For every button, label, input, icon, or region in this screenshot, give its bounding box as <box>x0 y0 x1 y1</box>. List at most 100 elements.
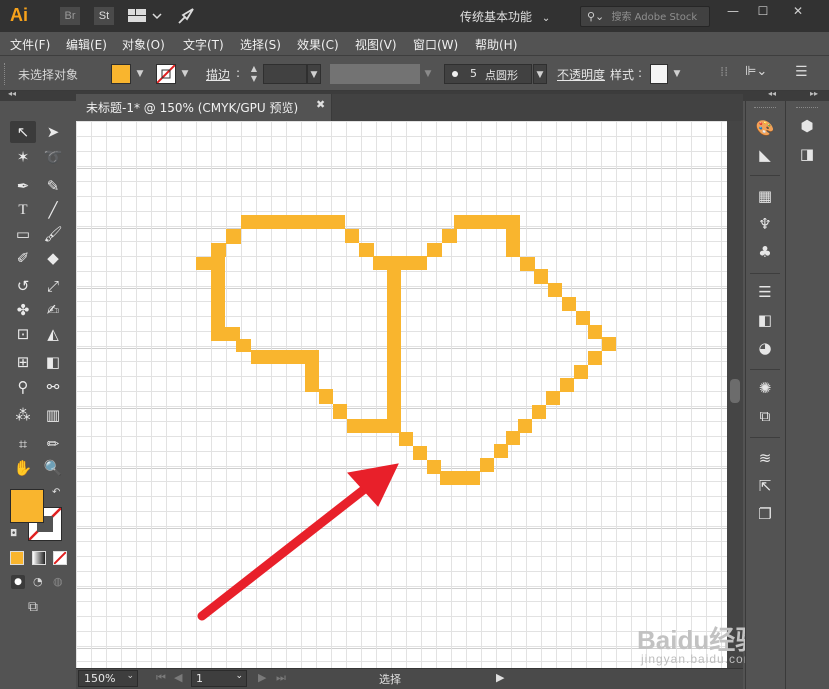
symbols-panel-icon[interactable]: ♣ <box>753 241 777 263</box>
style-swatch[interactable] <box>650 64 668 84</box>
bridge-button[interactable]: Br <box>60 7 80 25</box>
menu-window[interactable]: 窗口(W) <box>413 36 458 53</box>
next-artboard-icon[interactable]: ▶ <box>258 671 266 684</box>
symbol-sprayer-tool-icon[interactable]: ⁂ <box>10 404 36 426</box>
rectangle-tool-icon[interactable]: ▭ <box>10 223 36 245</box>
type-tool-icon[interactable]: T <box>10 199 36 221</box>
fill-color-box[interactable] <box>10 489 44 523</box>
vertical-scrollbar[interactable] <box>727 121 743 668</box>
prev-artboard-icon[interactable]: ◀ <box>174 671 182 684</box>
stroke-label[interactable]: 描边 <box>206 66 230 83</box>
stroke-weight-stepper[interactable]: ▲ ▼ <box>245 64 263 84</box>
line-segment-tool-icon[interactable]: ╱ <box>40 199 66 221</box>
slice-tool-icon[interactable]: ✏ <box>40 433 66 455</box>
appearance-panel-icon[interactable]: ✺ <box>753 377 777 399</box>
gradient-tool-icon[interactable]: ◧ <box>40 351 66 373</box>
document-tab[interactable]: 未标题-1* @ 150% (CMYK/GPU 预览) ✖ <box>76 94 332 121</box>
artboard-tool-icon[interactable]: ⌗ <box>10 433 36 455</box>
eraser-tool-icon[interactable]: ◆ <box>40 247 66 269</box>
color-mode-icon[interactable] <box>10 551 24 565</box>
perspective-grid-tool-icon[interactable]: ⊞ <box>10 351 36 373</box>
direct-selection-tool-icon[interactable]: ➤ <box>40 121 66 143</box>
stroke-weight-input[interactable] <box>263 64 307 84</box>
menu-effect[interactable]: 效果(C) <box>297 36 339 53</box>
brush-dropdown[interactable]: ▼ <box>533 64 547 84</box>
puppet-warp-tool-icon[interactable]: ✍ <box>40 299 66 321</box>
zoom-tool-icon[interactable]: 🔍 <box>40 457 66 479</box>
menu-file[interactable]: 文件(F) <box>10 36 50 53</box>
zoom-select[interactable]: 150% ⌄ <box>78 670 138 687</box>
column-graph-tool-icon[interactable]: ▥ <box>40 404 66 426</box>
screen-mode-icon[interactable]: ⧉ <box>28 599 38 615</box>
selection-tool-icon[interactable]: ↖ <box>10 121 36 143</box>
gradient-panel-icon[interactable]: ◧ <box>753 309 777 331</box>
width-tool-icon[interactable]: ✤ <box>10 299 36 321</box>
fill-dropdown-arrow[interactable]: ▼ <box>133 64 147 84</box>
shaper-tool-icon[interactable]: ✐ <box>10 247 36 269</box>
status-menu-arrow[interactable]: ▶ <box>496 671 504 684</box>
menu-select[interactable]: 选择(S) <box>240 36 281 53</box>
shape-builder-tool-icon[interactable]: ◭ <box>40 323 66 345</box>
close-button[interactable]: ✕ <box>785 2 811 20</box>
stroke-panel-icon[interactable]: ☰ <box>753 281 777 303</box>
blend-tool-icon[interactable]: ⚯ <box>40 376 66 398</box>
none-mode-icon[interactable] <box>53 551 67 565</box>
lasso-tool-icon[interactable]: ➰ <box>40 146 66 168</box>
style-dropdown-arrow[interactable]: ▼ <box>670 64 684 84</box>
export-icon[interactable]: ⇱ <box>753 475 777 497</box>
free-transform-tool-icon[interactable]: ⊡ <box>10 323 36 345</box>
menu-type[interactable]: 文字(T) <box>183 36 224 53</box>
swap-fill-stroke-icon[interactable]: ↶ <box>52 487 60 498</box>
layers-panel-icon[interactable]: ≋ <box>753 447 777 469</box>
libraries-panel-icon[interactable]: ⬢ <box>795 115 819 137</box>
fill-swatch[interactable] <box>111 64 131 84</box>
brush-definition[interactable]: 5 点圆形 <box>444 64 532 84</box>
artboard-canvas[interactable] <box>76 121 727 668</box>
menu-edit[interactable]: 编辑(E) <box>66 36 107 53</box>
collapse-tools-icon[interactable]: ◂◂ <box>8 89 16 98</box>
artboard-number-input[interactable]: 1 ⌄ <box>191 670 247 687</box>
menu-help[interactable]: 帮助(H) <box>475 36 517 53</box>
transform-icon[interactable]: ⊫⌄ <box>745 64 767 79</box>
color-panel-icon[interactable]: 🎨 <box>753 117 777 139</box>
pen-tool-icon[interactable]: ✒ <box>10 175 36 197</box>
scrollbar-thumb[interactable] <box>730 379 740 403</box>
transparency-panel-icon[interactable]: ◕ <box>753 337 777 359</box>
rotate-tool-icon[interactable]: ↺ <box>10 275 36 297</box>
last-artboard-icon[interactable]: ⏭ <box>276 671 286 685</box>
menu-view[interactable]: 视图(V) <box>355 36 397 53</box>
stroke-swatch[interactable] <box>156 64 176 84</box>
stroke-weight-dropdown[interactable]: ▼ <box>307 64 321 84</box>
arrange-documents-icon[interactable] <box>128 9 162 23</box>
stock-button[interactable]: St <box>94 7 114 25</box>
minimize-button[interactable]: — <box>720 2 746 20</box>
paintbrush-tool-icon[interactable]: 🖌 <box>40 223 66 245</box>
opacity-label[interactable]: 不透明度 <box>557 66 605 83</box>
brushes-panel-icon[interactable]: ♆ <box>753 213 777 235</box>
curvature-tool-icon[interactable]: ✎ <box>40 175 66 197</box>
panel-menu-icon[interactable]: ☰ <box>795 64 808 80</box>
align-icon[interactable]: ⁞⁞ <box>720 65 728 80</box>
gpu-performance-icon[interactable] <box>177 7 197 28</box>
color-guide-icon[interactable]: ◣ <box>753 144 777 166</box>
eyedropper-tool-icon[interactable]: ⚲ <box>10 376 36 398</box>
hand-tool-icon[interactable]: ✋ <box>10 457 36 479</box>
magic-wand-tool-icon[interactable]: ✶ <box>10 146 36 168</box>
artboards-panel-icon[interactable]: ❐ <box>753 503 777 525</box>
profile-dropdown-arrow[interactable]: ▼ <box>421 64 435 84</box>
stock-search-input[interactable]: ⚲⌄ 搜索 Adobe Stock <box>580 6 710 27</box>
maximize-button[interactable]: ☐ <box>750 2 776 20</box>
swatches-panel-icon[interactable]: ▦ <box>753 185 777 207</box>
variable-width-profile[interactable] <box>330 64 420 84</box>
scale-tool-icon[interactable]: ⤢ <box>40 275 66 297</box>
expand-panels-2-icon[interactable]: ▸▸ <box>810 89 818 98</box>
properties-panel-icon[interactable]: ◨ <box>795 143 819 165</box>
first-artboard-icon[interactable]: ⏮ <box>156 671 166 685</box>
close-tab-icon[interactable]: ✖ <box>316 98 325 111</box>
draw-behind-icon[interactable]: ◔ <box>33 575 43 588</box>
workspace-switcher[interactable]: 传统基本功能 ⌄ <box>460 7 550 27</box>
draw-inside-icon[interactable]: ◍ <box>53 575 63 588</box>
stroke-dropdown-arrow[interactable]: ▼ <box>178 64 192 84</box>
gradient-mode-icon[interactable] <box>32 551 46 565</box>
expand-panels-icon[interactable]: ◂◂ <box>768 89 776 98</box>
